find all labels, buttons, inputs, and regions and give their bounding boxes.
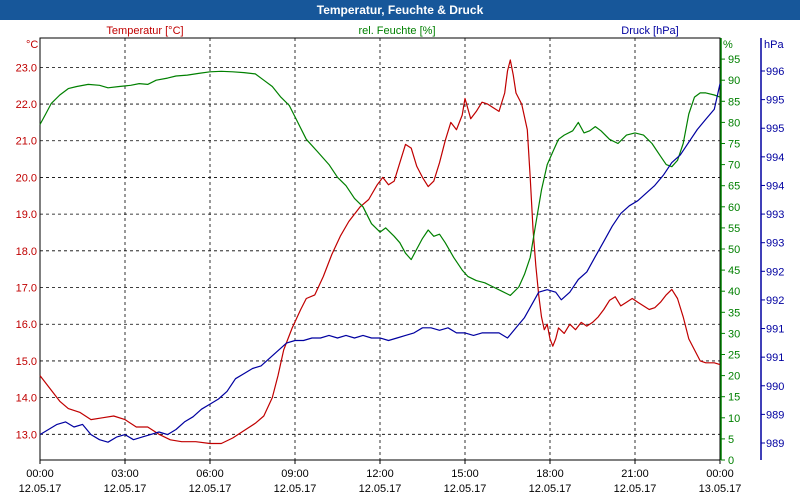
x-tick-date-label: 12.05.17 (529, 483, 572, 495)
pressure-tick-label: 993 (766, 209, 784, 221)
x-tick-date-label: 12.05.17 (104, 483, 147, 495)
pressure-tick-label: 992 (766, 295, 784, 307)
x-tick-time-label: 00:00 (706, 468, 734, 480)
pressure-tick-label: 994 (766, 180, 784, 192)
humidity-tick-label: 45 (728, 265, 740, 277)
humidity-tick-label: 85 (728, 96, 740, 108)
humidity-tick-label: 95 (728, 54, 740, 66)
pressure-tick-label: 989 (766, 409, 784, 421)
pressure-tick-label: 995 (766, 123, 784, 135)
humidity-tick-label: 60 (728, 202, 740, 214)
humidity-tick-label: 10 (728, 413, 740, 425)
temperature-tick-label: 14.0 (16, 393, 37, 405)
humidity-tick-label: 80 (728, 117, 740, 129)
humidity-tick-label: 90 (728, 75, 740, 87)
humidity-tick-label: 65 (728, 181, 740, 193)
humidity-unit-label: % (723, 39, 733, 51)
humidity-tick-label: 25 (728, 350, 740, 362)
humidity-tick-label: 0 (728, 455, 734, 467)
temperature-tick-label: 23.0 (16, 62, 37, 74)
humidity-tick-label: 35 (728, 307, 740, 319)
temperature-tick-label: 19.0 (16, 209, 37, 221)
humidity-tick-label: 5 (728, 434, 734, 446)
pressure-tick-label: 993 (766, 238, 784, 250)
temperature-tick-label: 20.0 (16, 172, 37, 184)
x-tick-date-label: 12.05.17 (274, 483, 317, 495)
pressure-tick-label: 991 (766, 324, 784, 336)
pressure-tick-label: 996 (766, 66, 784, 78)
humidity-tick-label: 15 (728, 392, 740, 404)
humidity-tick-label: 55 (728, 223, 740, 235)
humidity-tick-label: 50 (728, 244, 740, 256)
pressure-tick-label: 991 (766, 352, 784, 364)
x-tick-time-label: 12:00 (366, 468, 394, 480)
x-tick-time-label: 15:00 (451, 468, 479, 480)
pressure-tick-label: 995 (766, 95, 784, 107)
temperature-tick-label: 15.0 (16, 356, 37, 368)
x-tick-time-label: 21:00 (621, 468, 649, 480)
x-tick-time-label: 00:00 (26, 468, 54, 480)
temperature-tick-label: 22.0 (16, 99, 37, 111)
x-tick-date-label: 12.05.17 (444, 483, 487, 495)
x-tick-date-label: 12.05.17 (189, 483, 232, 495)
x-tick-date-label: 12.05.17 (359, 483, 402, 495)
pressure-unit-label: hPa (764, 39, 784, 51)
chart-canvas: °C% hPa Temperatur [°C] rel. Feuchte [%] Dru… (16, 25, 785, 495)
temperature-tick-label: 17.0 (16, 283, 37, 295)
x-tick-time-label: 09:00 (281, 468, 309, 480)
pressure-tick-label: 989 (766, 438, 784, 450)
pressure-tick-label: 994 (766, 152, 784, 164)
temperature-axis-title: Temperatur [°C] (106, 25, 183, 37)
humidity-tick-label: 70 (728, 160, 740, 172)
x-tick-time-label: 18:00 (536, 468, 564, 480)
pressure-tick-label: 990 (766, 381, 784, 393)
temperature-tick-label: 16.0 (16, 319, 37, 331)
temperature-unit-label: °C (26, 39, 38, 51)
humidity-tick-label: 20 (728, 371, 740, 383)
humidity-tick-label: 75 (728, 139, 740, 151)
x-tick-date-label: 12.05.17 (614, 483, 657, 495)
humidity-axis-title: rel. Feuchte [%] (358, 25, 435, 37)
humidity-tick-label: 30 (728, 328, 740, 340)
temperature-tick-label: 18.0 (16, 246, 37, 258)
pressure-axis-title: Druck [hPa] (621, 25, 678, 37)
temperature-tick-label: 21.0 (16, 136, 37, 148)
x-tick-date-label: 12.05.17 (19, 483, 62, 495)
x-tick-time-label: 06:00 (196, 468, 224, 480)
temperature-tick-label: 13.0 (16, 429, 37, 441)
x-tick-time-label: 03:00 (111, 468, 139, 480)
pressure-tick-label: 992 (766, 266, 784, 278)
humidity-tick-label: 40 (728, 286, 740, 298)
x-tick-date-label: 13.05.17 (699, 483, 742, 495)
